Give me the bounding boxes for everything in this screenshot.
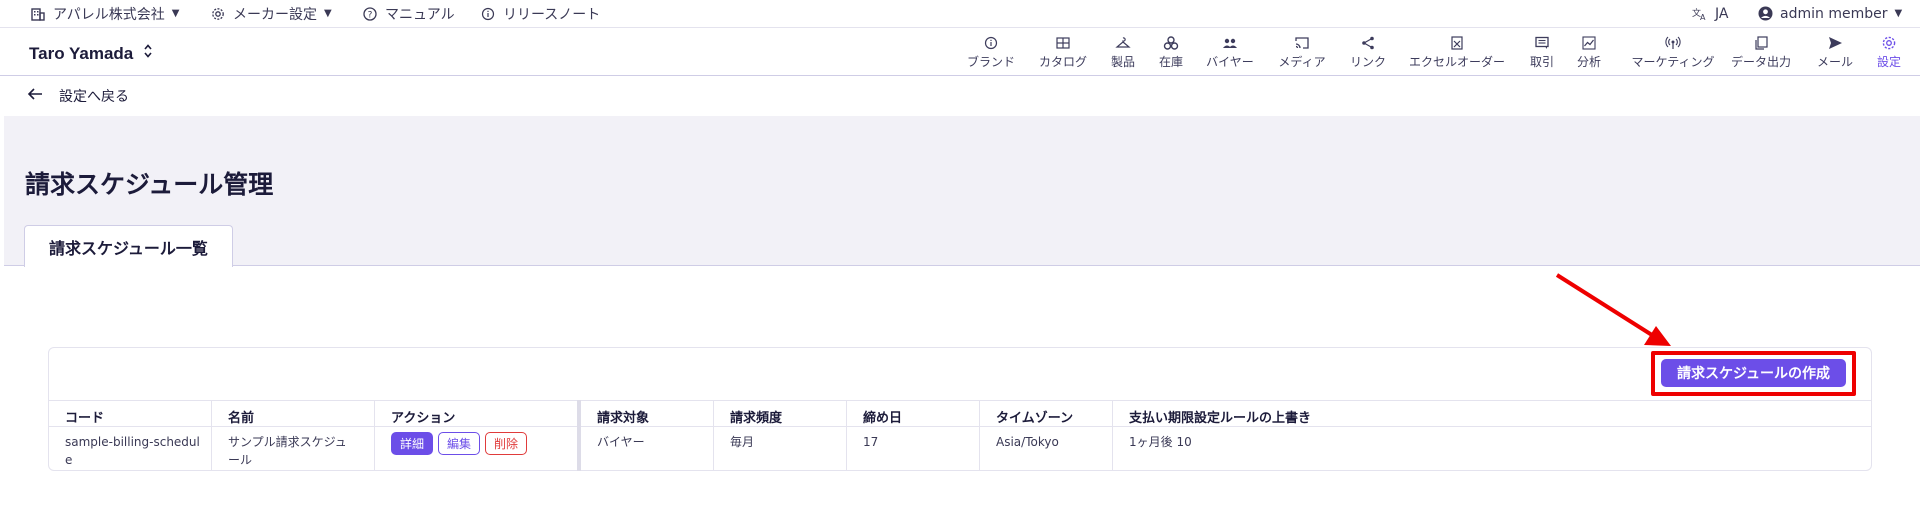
company-name: アパレル株式会社 <box>53 6 165 23</box>
gear-icon <box>210 6 226 22</box>
nav-label: 設定 <box>1876 55 1901 69</box>
arrow-left-icon <box>27 87 43 105</box>
catalog-icon <box>1056 37 1070 49</box>
maker-settings-menu[interactable]: メーカー設定 ▼ <box>210 4 332 24</box>
column-header: 支払い期限設定ルールの上書き <box>1129 411 1312 426</box>
column-header: コード <box>65 411 105 426</box>
nav-label: ブランド <box>966 55 1015 69</box>
page-header-band <box>4 116 1920 266</box>
cell-code: sample-billing-schedul e <box>65 433 215 469</box>
gear-icon <box>1882 36 1896 50</box>
cell-actions: 詳細 編集 削除 <box>391 432 532 455</box>
account-icon <box>1757 6 1773 22</box>
chart-icon <box>1582 36 1596 50</box>
nav-item-6[interactable]: リンク <box>1318 35 1418 70</box>
chevron-down-icon: ▼ <box>171 8 180 19</box>
nav-label: リンク <box>1349 55 1386 69</box>
cast-icon <box>1295 37 1309 49</box>
code-text-line: e <box>65 453 73 467</box>
chevron-up-down-icon <box>143 43 153 64</box>
cell-payment-rule: 1ヶ月後 10 <box>1129 435 1192 449</box>
cell-name: サンプル請求スケジュ ール <box>228 433 378 469</box>
highlight-box <box>1651 351 1856 396</box>
account-name: admin member <box>1780 5 1888 22</box>
cell-closing-day: 17 <box>863 435 879 449</box>
help-icon: ? <box>362 6 378 22</box>
column-header: 名前 <box>228 411 255 426</box>
column-header: アクション <box>391 411 456 426</box>
user-name: Taro Yamada <box>29 43 134 63</box>
top-bar: アパレル株式会社 ▼ メーカー設定 ▼ ? マニュアル リリースノート 文A J… <box>0 0 1920 28</box>
share-icon <box>1362 36 1374 50</box>
nav-label: 分析 <box>1576 55 1601 69</box>
info-icon <box>480 6 496 22</box>
cell-timezone: Asia/Tokyo <box>996 435 1059 449</box>
back-row: 設定へ戻る <box>0 76 1920 116</box>
column-header: 締め日 <box>863 411 903 426</box>
nav-item-10[interactable]: マーケティング <box>1623 35 1723 70</box>
nav-item-13[interactable]: 設定 <box>1839 35 1920 70</box>
name-text-line: サンプル請求スケジュ <box>228 435 347 449</box>
boxes-icon <box>1163 36 1179 50</box>
edit-button[interactable]: 編集 <box>438 432 481 455</box>
nav-label: エクセルオーダー <box>1408 55 1505 69</box>
manual-label: マニュアル <box>385 6 455 23</box>
cell-target: バイヤー <box>597 435 645 449</box>
manual-link[interactable]: ? マニュアル <box>362 4 455 24</box>
user-switcher[interactable]: Taro Yamada <box>29 43 153 64</box>
release-notes-label: リリースノート <box>503 6 601 23</box>
building-icon <box>30 6 46 22</box>
nav-label: マーケティング <box>1631 55 1715 69</box>
code-text-line: sample-billing-schedul <box>65 435 200 449</box>
back-label: 設定へ戻る <box>59 89 129 105</box>
excel-icon <box>1451 36 1463 50</box>
chevron-down-icon: ▼ <box>324 8 332 19</box>
maker-settings-label: メーカー設定 <box>233 6 317 23</box>
back-to-settings-link[interactable]: 設定へ戻る <box>27 86 129 106</box>
nav-label: バイヤー <box>1206 55 1254 69</box>
delete-button[interactable]: 削除 <box>485 432 528 455</box>
release-notes-link[interactable]: リリースノート <box>480 4 600 24</box>
tab-billing-schedule-list[interactable]: 請求スケジュール一覧 <box>24 225 233 267</box>
people-icon <box>1223 38 1237 48</box>
column-header: 請求対象 <box>597 411 650 426</box>
company-selector[interactable]: アパレル株式会社 ▼ <box>30 4 179 24</box>
name-text-line: ール <box>228 453 253 467</box>
table-row: sample-billing-schedul e サンプル請求スケジュ ール 詳… <box>49 427 1871 470</box>
chevron-down-icon: ▼ <box>1894 8 1903 19</box>
translate-icon: 文A <box>1692 6 1708 22</box>
main-header: Taro Yamada ブランド カタログ 製品 在庫 バイヤー メディア リンク エクセルオ… <box>0 28 1920 76</box>
broadcast-icon <box>1665 36 1681 49</box>
svg-text:A: A <box>1700 13 1706 21</box>
info-icon <box>984 36 998 50</box>
page-title: 請求スケジュール管理 <box>25 170 274 199</box>
detail-button[interactable]: 詳細 <box>391 432 434 455</box>
column-header: タイムゾーン <box>996 411 1074 426</box>
language-label: JA <box>1715 5 1729 22</box>
account-menu[interactable]: admin member ▼ <box>1757 6 1902 22</box>
column-header: 請求頻度 <box>730 411 783 426</box>
cell-frequency: 毎月 <box>730 435 755 449</box>
svg-text:?: ? <box>368 10 373 20</box>
language-selector[interactable]: 文A JA <box>1692 6 1728 22</box>
nav-label: データ出力 <box>1730 55 1791 69</box>
copy-icon <box>1755 36 1768 50</box>
table-header: コード 名前 アクション 請求対象 請求頻度 締め日 タイムゾーン 支払い期限設… <box>49 400 1871 427</box>
